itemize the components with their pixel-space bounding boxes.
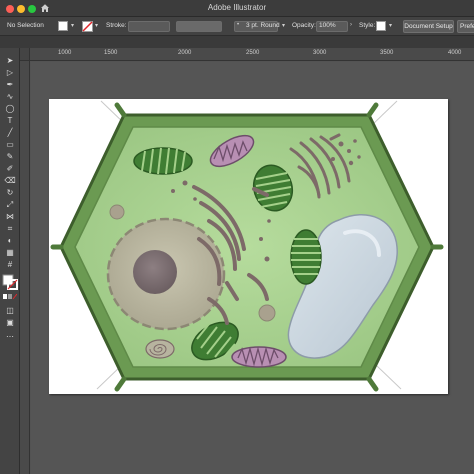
- ruler-tick-label: 3000: [313, 50, 327, 56]
- plant-cell-artwork[interactable]: [49, 99, 448, 394]
- brush-chevron-down-icon[interactable]: ▾: [282, 22, 285, 29]
- vertical-ruler[interactable]: [20, 61, 30, 474]
- stroke-chevron-down-icon[interactable]: ▾: [95, 22, 98, 29]
- ruler-tick-label: 2000: [178, 50, 192, 56]
- ruler-origin[interactable]: [20, 48, 30, 61]
- drawing-mode-icon[interactable]: ◫: [4, 306, 16, 315]
- free-transform-tool-icon[interactable]: ⌗: [4, 224, 16, 233]
- brush-bullet-icon: •: [237, 22, 240, 28]
- scale-tool-icon[interactable]: ⤢: [4, 200, 16, 209]
- stroke-label: Stroke:: [106, 22, 127, 29]
- stroke-weight-field[interactable]: [128, 21, 170, 32]
- more-tools-icon[interactable]: ⋯: [4, 332, 16, 341]
- type-tool-icon[interactable]: T: [4, 116, 16, 125]
- style-chevron-down-icon[interactable]: ▾: [389, 22, 392, 29]
- brush-value: 3 pt. Round: [246, 22, 280, 29]
- chloroplast[interactable]: [290, 229, 322, 285]
- eraser-tool-icon[interactable]: ⌫: [4, 176, 16, 185]
- selection-status: No Selection: [7, 22, 44, 29]
- ellipse-tool-icon[interactable]: ◯: [4, 104, 16, 113]
- width-tool-icon[interactable]: ⋈: [4, 212, 16, 221]
- opacity-label: Opacity:: [292, 22, 316, 29]
- horizontal-ruler[interactable]: 1000 1500 2000 2500 3000 3500 4000: [20, 48, 474, 61]
- nucleus[interactable]: [106, 217, 226, 331]
- ruler-tick-label: 2500: [246, 50, 260, 56]
- screen-mode-icon[interactable]: ▣: [4, 318, 16, 327]
- mitochondrion[interactable]: [231, 346, 287, 368]
- shape-builder-tool-icon[interactable]: ◐: [4, 236, 16, 245]
- curvature-tool-icon[interactable]: ∿: [4, 92, 16, 101]
- rotate-tool-icon[interactable]: ↻: [4, 188, 16, 197]
- fill-chevron-down-icon[interactable]: ▾: [71, 22, 74, 29]
- fill-swatch[interactable]: [58, 21, 68, 31]
- graphic-style-swatch[interactable]: [376, 21, 386, 31]
- direct-selection-tool-icon[interactable]: ▷: [4, 68, 16, 77]
- pen-tool-icon[interactable]: ✒: [4, 80, 16, 89]
- fill-stroke-swatch-icon[interactable]: [2, 274, 18, 290]
- chloroplast[interactable]: [133, 147, 193, 175]
- ruler-tick-label: 4000: [448, 50, 462, 56]
- tools-panel: ➤ ▷ ✒ ∿ ◯ T ╱ ▭ ✎ ✐ ⌫ ↻ ⤢ ⋈ ⌗ ◐ ▦ # ◫ ▣ …: [0, 48, 20, 474]
- rectangle-tool-icon[interactable]: ▭: [4, 140, 16, 149]
- app-title: Adobe Illustrator: [207, 3, 267, 12]
- shaper-tool-icon[interactable]: ✐: [4, 164, 16, 173]
- document-setup-button[interactable]: Document Setup: [403, 20, 454, 33]
- opacity-chevron-right-icon[interactable]: ›: [350, 22, 352, 28]
- variable-width-profile-dropdown[interactable]: [176, 21, 222, 32]
- ruler-tick-label: 1000: [58, 50, 72, 56]
- style-label: Style:: [359, 22, 376, 29]
- paintbrush-tool-icon[interactable]: ✎: [4, 152, 16, 161]
- document-tab-strip: [0, 36, 474, 48]
- control-bar: No Selection ▾ ▾ Stroke: • 3 pt. Round ▾…: [0, 17, 474, 36]
- mesh-tool-icon[interactable]: #: [4, 260, 16, 269]
- ruler-tick-label: 1500: [104, 50, 118, 56]
- selection-tool-icon[interactable]: ➤: [4, 56, 16, 65]
- opacity-value: 100%: [319, 22, 336, 29]
- line-tool-icon[interactable]: ╱: [4, 128, 16, 137]
- spiral-body[interactable]: [145, 339, 175, 359]
- perspective-grid-tool-icon[interactable]: ▦: [4, 248, 16, 257]
- title-bar: Adobe Illustrator: [0, 0, 474, 17]
- stroke-none-swatch-icon[interactable]: [82, 21, 93, 32]
- preferences-button[interactable]: Prefe: [457, 20, 474, 33]
- nucleolus: [133, 250, 177, 294]
- ruler-tick-label: 3500: [380, 50, 394, 56]
- color-mode-icons[interactable]: [3, 294, 17, 300]
